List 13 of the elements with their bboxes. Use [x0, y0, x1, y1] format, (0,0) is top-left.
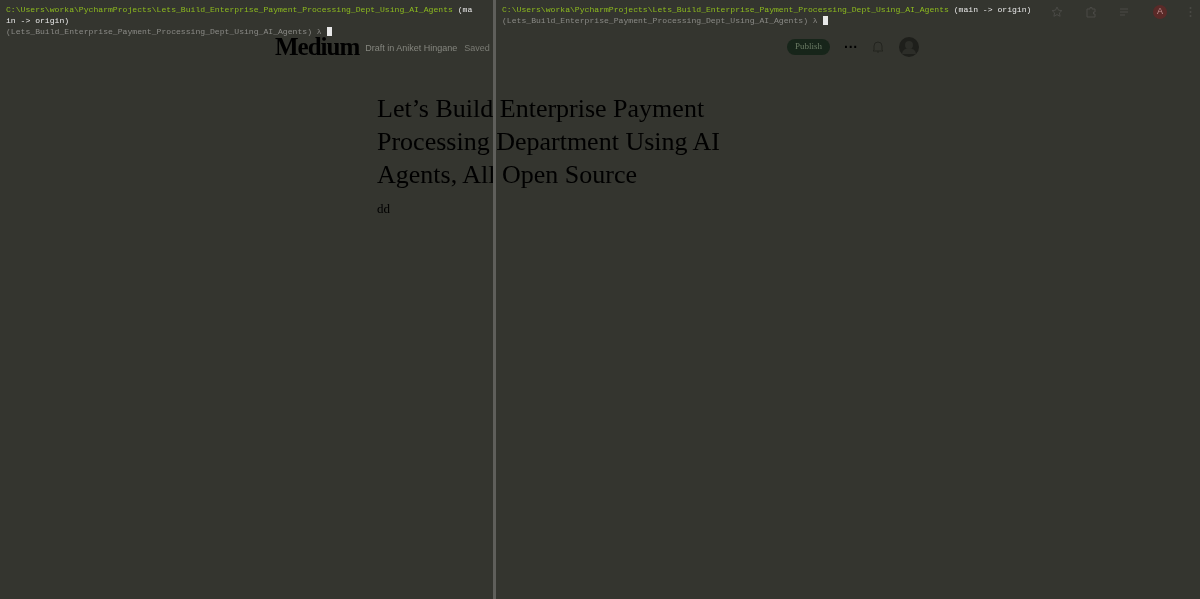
branch-text: in -> origin)	[6, 15, 70, 26]
draft-label: Draft in Aniket Hingane	[365, 41, 458, 55]
path-text: C:\Users\worka\PycharmProjects\Lets_Build_Enterprise_Payment_Processing_Dept_Using_AI_Agents	[502, 4, 949, 15]
branch-text: (ma	[456, 4, 473, 15]
cursor	[326, 27, 332, 36]
publish-button[interactable]: Publish	[787, 38, 830, 55]
cursor	[822, 16, 828, 25]
prompt-text: (Lets_Build_Enterprise_Payment_Processing_Dept_Using_AI_Agents) λ	[6, 26, 322, 37]
avatar[interactable]: A	[1153, 5, 1167, 19]
prompt-text: (Lets_Build_Enterprise_Payment_Processing_Dept_Using_AI_Agents) λ	[502, 15, 818, 26]
save-status: Saved	[464, 41, 490, 55]
path-text: C:\Users\worka\PycharmProjects\Lets_Build_Enterprise_Payment_Processing_Dept_Using_AI_Agents	[6, 4, 453, 15]
branch-text: (main -> origin)	[952, 4, 1032, 15]
